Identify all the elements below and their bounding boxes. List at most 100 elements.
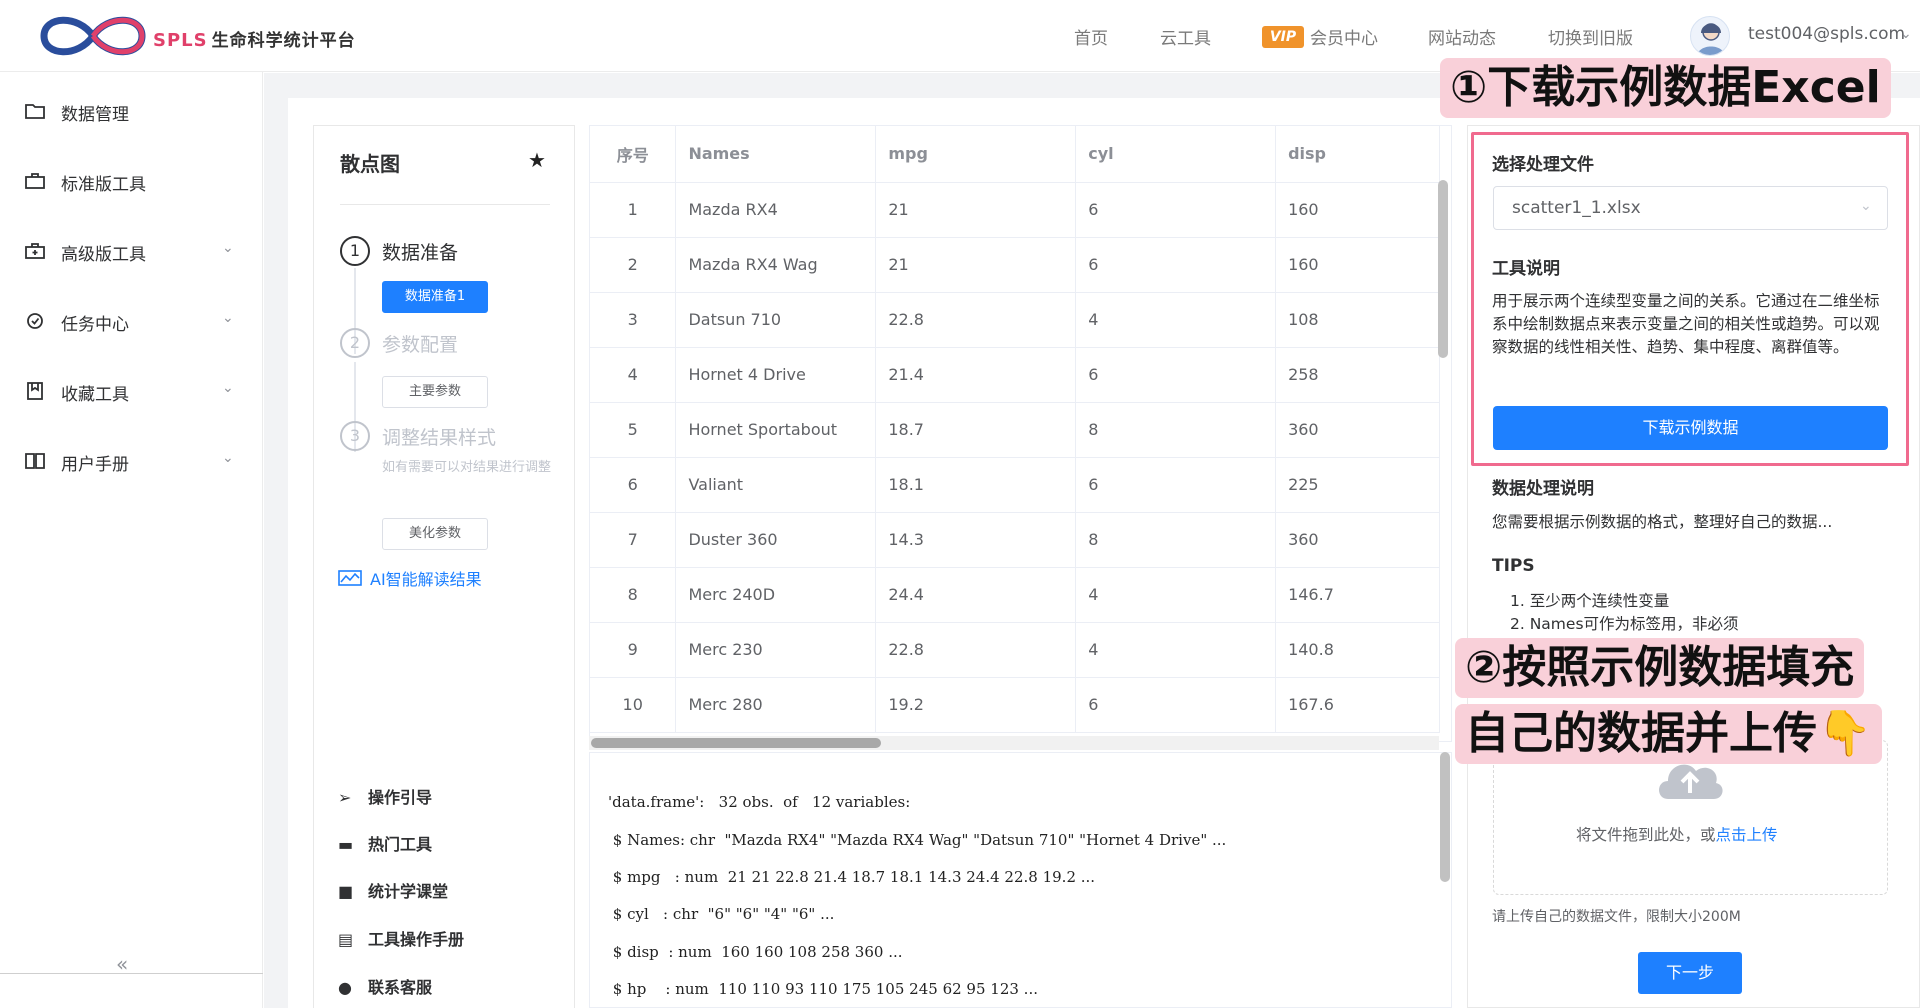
table-cell: 5 — [590, 402, 677, 458]
table-cell: 21.4 — [875, 347, 1077, 403]
chart-line-icon — [338, 570, 362, 586]
table-header-row: 序号 Names mpg cyl disp — [590, 126, 1440, 183]
table-row[interactable]: 9 Merc 230 22.8 4 140.8 — [590, 622, 1440, 678]
table-row[interactable]: 3 Datsun 710 22.8 4 108 — [590, 292, 1440, 348]
console-scrollbar[interactable] — [1440, 752, 1450, 882]
table-vertical-scrollbar[interactable] — [1438, 180, 1448, 358]
stats-class-link[interactable]: ■ 统计学课堂 — [338, 878, 448, 902]
next-step-button[interactable]: 下一步 — [1638, 952, 1742, 994]
table-cell: 167.6 — [1275, 677, 1440, 733]
video-camera-icon: ■ — [338, 882, 354, 901]
table-cell: 4 — [1075, 567, 1277, 623]
table-row[interactable]: 6 Valiant 18.1 6 225 — [590, 457, 1440, 513]
table-cell: 8 — [1075, 402, 1277, 458]
beautify-params-button[interactable]: 美化参数 — [382, 518, 488, 550]
table-cell: 1 — [590, 182, 677, 238]
contact-support-link[interactable]: ● 联系客服 — [338, 974, 432, 998]
upload-prompt: 将文件拖到此处，或 — [1576, 826, 1716, 844]
column-header: mpg — [875, 126, 1077, 183]
table-cell: 4 — [1075, 292, 1277, 348]
nav-switch-old[interactable]: 切换到旧版 — [1548, 24, 1633, 49]
annotation-upload: 自己的数据并上传👇 — [1455, 704, 1882, 764]
star-icon[interactable]: ★ — [528, 148, 546, 172]
table-cell: Mazda RX4 — [675, 182, 877, 238]
table-horizontal-scrollbar[interactable] — [591, 738, 881, 748]
table-row[interactable]: 1 Mazda RX4 21 6 160 — [590, 182, 1440, 238]
card-divider — [340, 204, 550, 205]
tips-title: TIPS — [1492, 556, 1535, 576]
click-upload-link[interactable]: 点击上传 — [1716, 826, 1778, 844]
table-row[interactable]: 5 Hornet Sportabout 18.7 8 360 — [590, 402, 1440, 458]
guide-link[interactable]: ➢ 操作引导 — [338, 784, 432, 808]
table-row[interactable]: 4 Hornet 4 Drive 21.4 6 258 — [590, 347, 1440, 403]
avatar[interactable] — [1690, 16, 1730, 56]
sidebar-item-favorites[interactable]: 收藏工具 ⌄ — [0, 371, 263, 411]
brand-cn: 生命科学统计平台 — [211, 31, 356, 51]
table-row[interactable]: 2 Mazda RX4 Wag 21 6 160 — [590, 237, 1440, 293]
contact-support-label: 联系客服 — [368, 978, 433, 997]
annotation-download: ①下载示例数据Excel — [1440, 58, 1891, 118]
sidebar-item-label: 收藏工具 — [61, 385, 129, 405]
ai-link-label: AI智能解读结果 — [370, 570, 482, 589]
upload-text: 将文件拖到此处，或点击上传 — [1576, 823, 1778, 845]
table-cell: 6 — [1075, 677, 1277, 733]
sidebar-item-data-management[interactable]: 数据管理 — [0, 91, 263, 131]
table-cell: 7 — [590, 512, 677, 568]
data-table: 序号 Names mpg cyl disp 1 Mazda RX4 21 6 160 2 M… — [590, 126, 1440, 733]
step-2-label[interactable]: 参数配置 — [382, 330, 458, 357]
ai-interpret-link[interactable]: AI智能解读结果 — [338, 566, 482, 590]
sidebar-item-standard-tools[interactable]: 标准版工具 — [0, 161, 263, 201]
main-params-button[interactable]: 主要参数 — [382, 376, 488, 408]
table-cell: Duster 360 — [675, 512, 877, 568]
data-prep-1-button[interactable]: 数据准备1 — [382, 281, 488, 313]
table-cell: Datsun 710 — [675, 292, 877, 348]
step-3-label[interactable]: 调整结果样式 — [382, 423, 496, 450]
table-row[interactable]: 8 Merc 240D 24.4 4 146.7 — [590, 567, 1440, 623]
tool-manual-link[interactable]: ▤ 工具操作手册 — [338, 926, 464, 950]
sidebar-item-task-center[interactable]: 任务中心 ⌄ — [0, 301, 263, 341]
table-cell: 21 — [875, 237, 1077, 293]
table-cell: Merc 280 — [675, 677, 877, 733]
table-cell: 10 — [590, 677, 677, 733]
table-cell: 8 — [590, 567, 677, 623]
table-cell: 4 — [1075, 622, 1277, 678]
table-cell: 140.8 — [1275, 622, 1440, 678]
console-line: $ mpg : num 21 21 22.8 21.4 18.7 18.1 14… — [608, 868, 1096, 886]
table-cell: 6 — [1075, 457, 1277, 513]
hot-tools-link[interactable]: ▬ 热门工具 — [338, 831, 432, 855]
table-row[interactable]: 7 Duster 360 14.3 8 360 — [590, 512, 1440, 568]
briefcase-icon: ▬ — [338, 835, 354, 854]
bookmark-icon — [27, 382, 43, 400]
document-icon: ▤ — [338, 930, 354, 949]
column-header: 序号 — [590, 126, 677, 183]
table-row[interactable]: 10 Merc 280 19.2 6 167.6 — [590, 677, 1440, 733]
table-cell: Mazda RX4 Wag — [675, 237, 877, 293]
table-cell: 3 — [590, 292, 677, 348]
guide-label: 操作引导 — [368, 788, 433, 807]
chevron-down-icon[interactable]: ⌄ — [1900, 26, 1912, 42]
table-cell: 24.4 — [875, 567, 1077, 623]
table-cell: 18.1 — [875, 457, 1077, 513]
user-email[interactable]: test004@spls.com — [1748, 24, 1905, 44]
sidebar-item-user-manual[interactable]: 用户手册 ⌄ — [0, 441, 263, 481]
nav-member-center[interactable]: 会员中心 — [1310, 24, 1378, 49]
help-icon: ● — [338, 978, 352, 997]
data-processing-title: 数据处理说明 — [1492, 479, 1594, 499]
table-cell: 225 — [1275, 457, 1440, 513]
column-header: cyl — [1075, 126, 1277, 183]
avatar-icon — [1697, 23, 1725, 55]
nav-cloud-tools[interactable]: 云工具 — [1160, 24, 1211, 49]
table-cell: 22.8 — [875, 622, 1077, 678]
nav-home[interactable]: 首页 — [1074, 24, 1108, 49]
stats-class-label: 统计学课堂 — [368, 882, 449, 901]
table-cell: 160 — [1275, 237, 1440, 293]
table-cell: 6 — [590, 457, 677, 513]
step-1-label[interactable]: 数据准备 — [382, 238, 458, 265]
spls-logo-icon — [40, 16, 146, 56]
toolbox-plus-icon — [25, 243, 45, 259]
vip-badge: VIP — [1262, 26, 1304, 48]
sidebar-item-advanced-tools[interactable]: 高级版工具 ⌄ — [0, 231, 263, 271]
nav-site-news[interactable]: 网站动态 — [1428, 24, 1496, 49]
data-processing-desc: 您需要根据示例数据的格式，整理好自己的数据... — [1492, 513, 1833, 531]
table-cell: 4 — [590, 347, 677, 403]
